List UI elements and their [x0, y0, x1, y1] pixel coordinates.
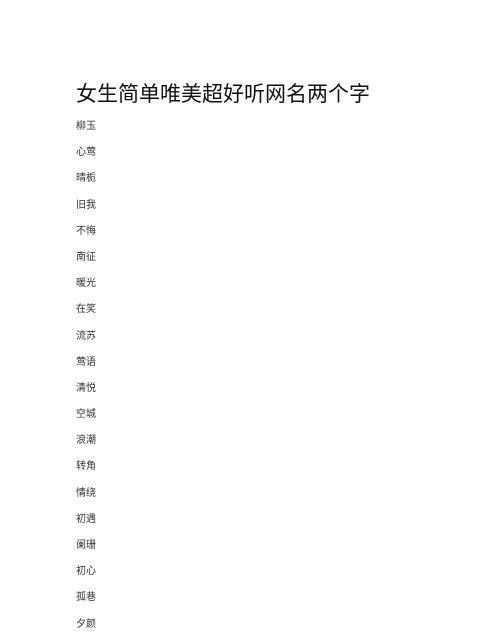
name-item: 浪潮	[76, 435, 96, 447]
name-item: 莺语	[76, 356, 96, 368]
name-item: 初心	[76, 566, 96, 578]
name-item: 不悔	[76, 225, 96, 237]
name-item: 空城	[76, 409, 96, 421]
name-item: 初遇	[76, 513, 96, 525]
name-item: 阑珊	[76, 540, 96, 551]
name-item: 孤巷	[76, 592, 96, 604]
name-item: 流苏	[76, 330, 96, 342]
name-list: 柳玉心莺晴栀旧我不悔南征暖光在笑流苏莺语清悦空城浪潮转角情绕初遇阑珊初心孤巷夕颜	[76, 119, 96, 643]
name-item: 夕颜	[76, 618, 96, 630]
name-item: 情绕	[76, 487, 96, 499]
name-item: 晴栀	[76, 173, 96, 185]
name-item: 转角	[76, 461, 96, 473]
name-item: 南征	[76, 251, 96, 263]
name-item: 心莺	[76, 147, 96, 159]
name-item: 清悦	[76, 382, 96, 394]
name-item: 暖光	[76, 278, 96, 290]
name-item: 柳玉	[76, 121, 96, 132]
document-title: 女生简单唯美超好听网名两个字	[76, 82, 370, 106]
name-item: 旧我	[76, 199, 96, 211]
name-item: 在笑	[76, 304, 96, 316]
